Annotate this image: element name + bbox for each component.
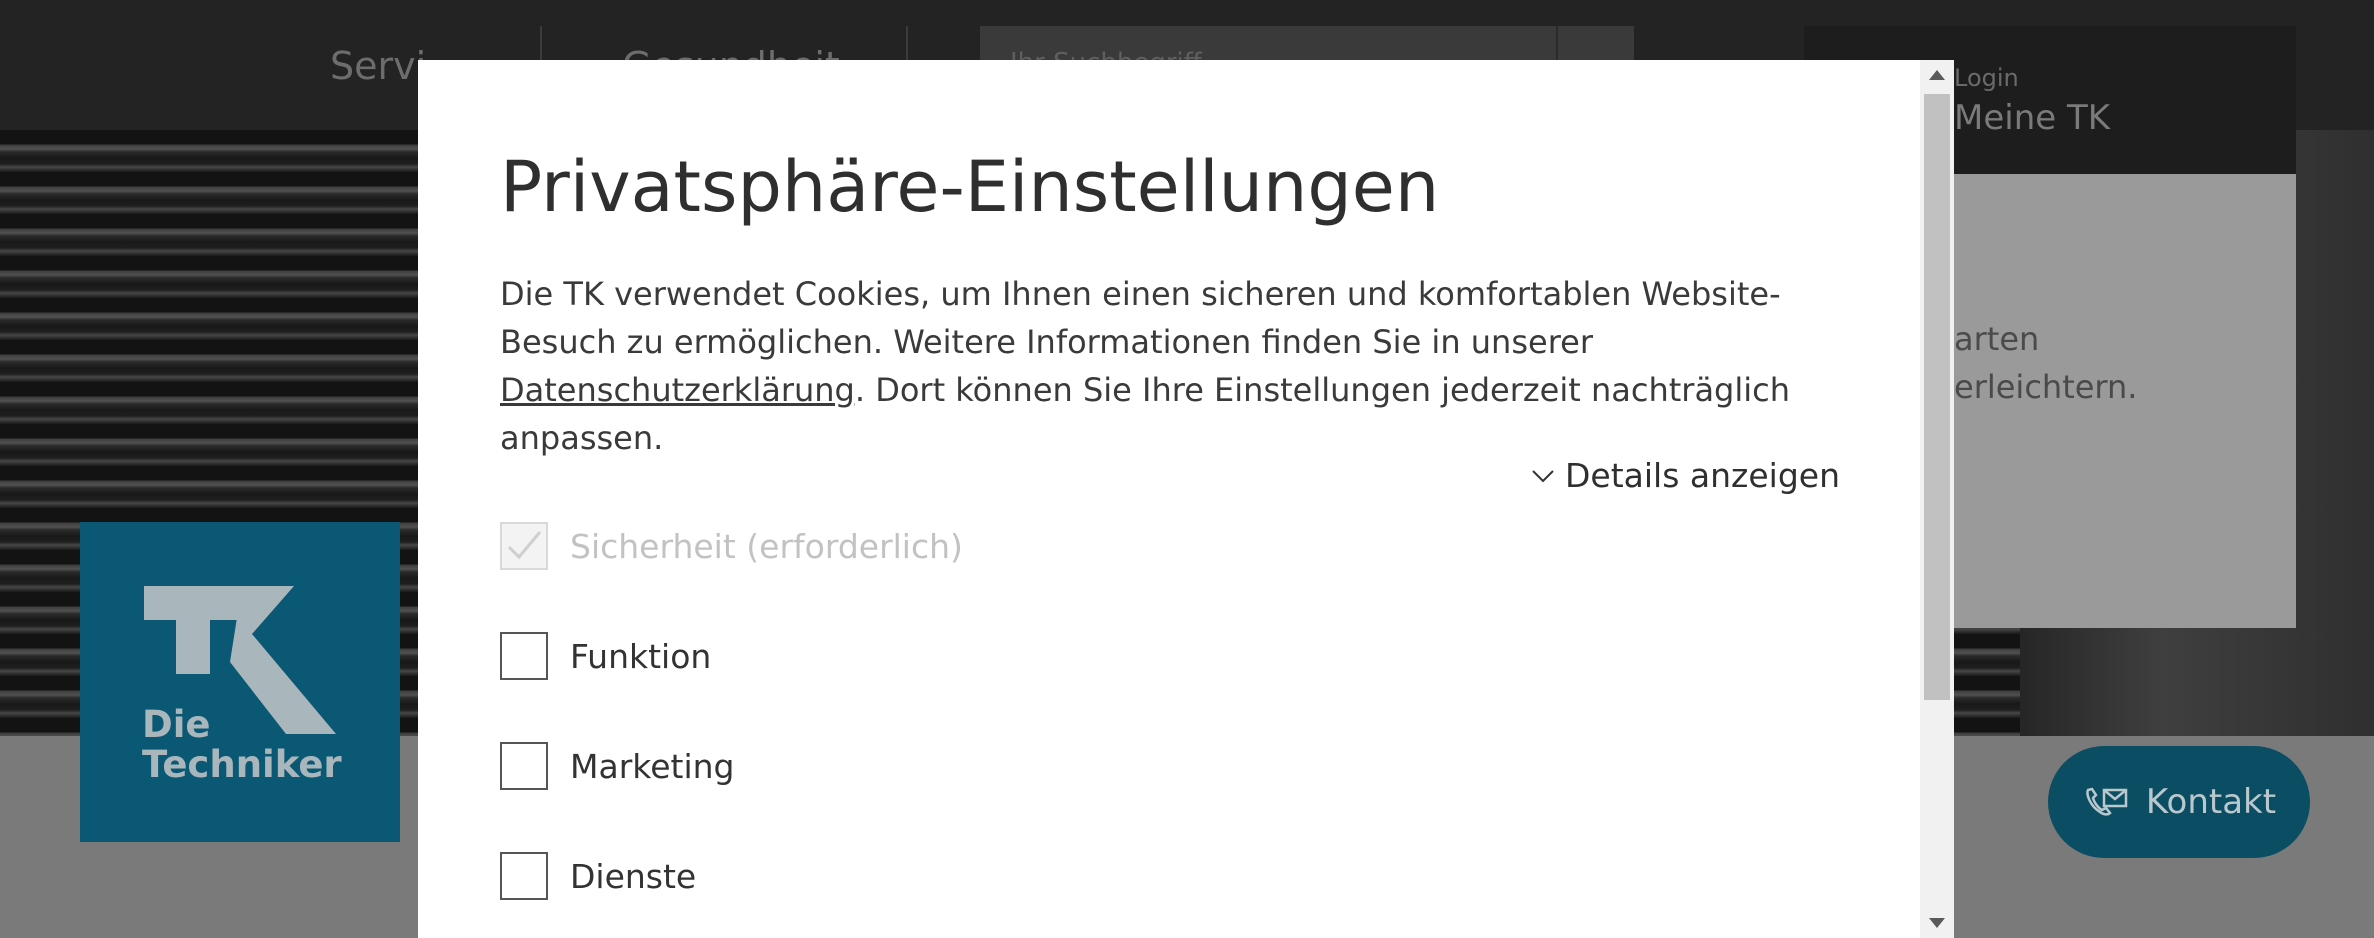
dialog-description: Die TK verwendet Cookies, um Ihnen einen… — [500, 270, 1840, 462]
details-label: Details anzeigen — [1565, 456, 1840, 495]
chevron-down-icon — [1532, 469, 1554, 482]
logo-text-line2: Techniker — [142, 743, 342, 786]
dialog-scrollbar[interactable] — [1920, 60, 1954, 938]
option-dienste[interactable]: Dienste — [500, 852, 696, 900]
marketing-checkbox[interactable] — [500, 742, 548, 790]
tk-logo-mark — [144, 586, 336, 734]
scrollbar-thumb[interactable] — [1924, 94, 1950, 700]
login-label: Login — [1954, 64, 2019, 92]
phone-mail-icon — [2086, 787, 2128, 816]
marketing-label[interactable]: Marketing — [570, 747, 734, 786]
tk-logo[interactable]: Die Techniker — [80, 522, 400, 842]
scroll-down-arrow-icon[interactable] — [1929, 918, 1945, 928]
show-details-toggle[interactable]: Details anzeigen — [1531, 456, 1840, 495]
scroll-up-arrow-icon[interactable] — [1929, 70, 1945, 80]
option-sicherheit: Sicherheit (erforderlich) — [500, 522, 963, 570]
kontakt-button[interactable]: Kontakt — [2048, 746, 2310, 858]
privacy-policy-link[interactable]: Datenschutzerklärung — [500, 371, 855, 409]
option-funktion[interactable]: Funktion — [500, 632, 711, 680]
nav-item-service[interactable]: Servi — [330, 44, 426, 88]
dienste-checkbox[interactable] — [500, 852, 548, 900]
dienste-label[interactable]: Dienste — [570, 857, 696, 896]
description-text: Die TK verwendet Cookies, um Ihnen einen… — [500, 275, 1781, 361]
kontakt-label: Kontakt — [2145, 782, 2277, 822]
logo-text-line1: Die — [142, 703, 211, 746]
funktion-checkbox[interactable] — [500, 632, 548, 680]
dialog-title: Privatsphäre-Einstellungen — [500, 146, 1440, 228]
info-text-line: arten — [1954, 320, 2040, 358]
option-marketing[interactable]: Marketing — [500, 742, 734, 790]
sicherheit-checkbox — [500, 522, 548, 570]
info-text-line: erleichtern. — [1954, 368, 2138, 406]
sicherheit-label: Sicherheit (erforderlich) — [570, 526, 963, 566]
privacy-settings-dialog: Privatsphäre-Einstellungen Die TK verwen… — [418, 60, 1954, 938]
login-title[interactable]: Meine TK — [1954, 98, 2110, 138]
checkmark-icon — [507, 531, 542, 560]
funktion-label[interactable]: Funktion — [570, 637, 711, 676]
